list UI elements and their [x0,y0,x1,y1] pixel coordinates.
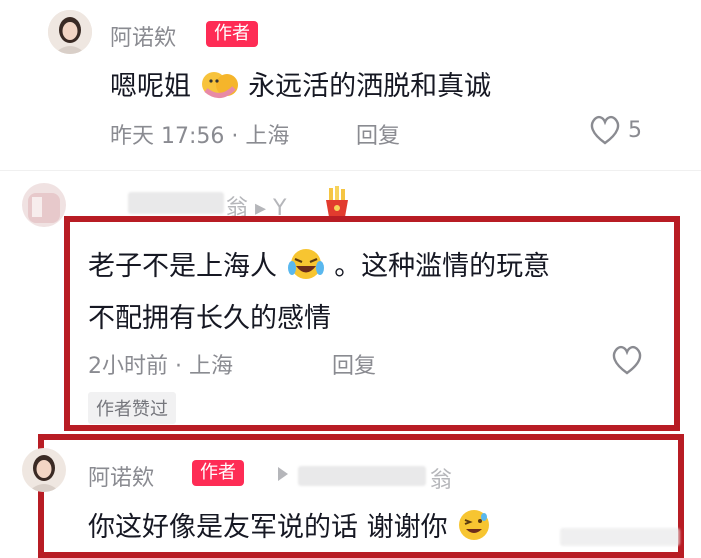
comment-text-prefix: 老子不是上海人 [88,251,277,282]
like-button[interactable] [588,114,622,150]
comment-text-line-2: 不配拥有长久的感情 [88,303,331,334]
avatar-portrait-icon [48,10,92,54]
comment-text-suffix: 。这种滥情的玩意 [334,251,551,282]
comment-meta: 2小时前 · 上海 [88,354,233,379]
like-button[interactable] [610,344,644,380]
comment-meta: 昨天 17:56 · 上海 [110,124,290,149]
avatar[interactable] [22,448,66,492]
heart-outline-icon [590,115,620,145]
avatar[interactable] [22,183,66,227]
reply-to-name-partial[interactable]: 翁 [430,462,452,494]
divider [0,170,701,171]
comment-text-suffix: 永远活的洒脱和真诚 [248,71,492,102]
laugh-cry-emoji-icon [286,246,326,289]
author-liked-chip: 作者赞过 [88,392,176,424]
avatar[interactable] [48,10,92,54]
blurred-username [128,192,224,214]
blurred-username [298,466,426,486]
comment-text: 嗯呢姐 永远活的洒脱和真诚 [110,64,491,107]
heart-outline-icon [612,345,642,375]
like-count: 5 [628,118,642,143]
comment-text-body: 你这好像是友军说的话 谢谢你 [88,512,448,543]
comment-text-line-1: 老子不是上海人 。这种滥情的玩意 [88,244,670,289]
avatar-image-icon [22,183,66,227]
play-triangle-icon [278,466,288,485]
hug-emoji-icon [200,68,240,107]
watermark [560,528,680,546]
avatar-portrait-icon [22,448,66,492]
author-badge: 作者 [206,21,258,47]
comment-text: 你这好像是友军说的话 谢谢你 [88,505,492,549]
comment-author-name[interactable]: 阿诺欸 [88,460,154,492]
reply-button[interactable]: 回复 [356,118,400,150]
wink-emoji-icon [456,508,492,549]
comment-text-prefix: 嗯呢姐 [110,71,191,102]
comment-author-name[interactable]: 阿诺欸 [110,20,176,52]
author-badge: 作者 [192,460,244,486]
reply-button[interactable]: 回复 [332,348,376,380]
